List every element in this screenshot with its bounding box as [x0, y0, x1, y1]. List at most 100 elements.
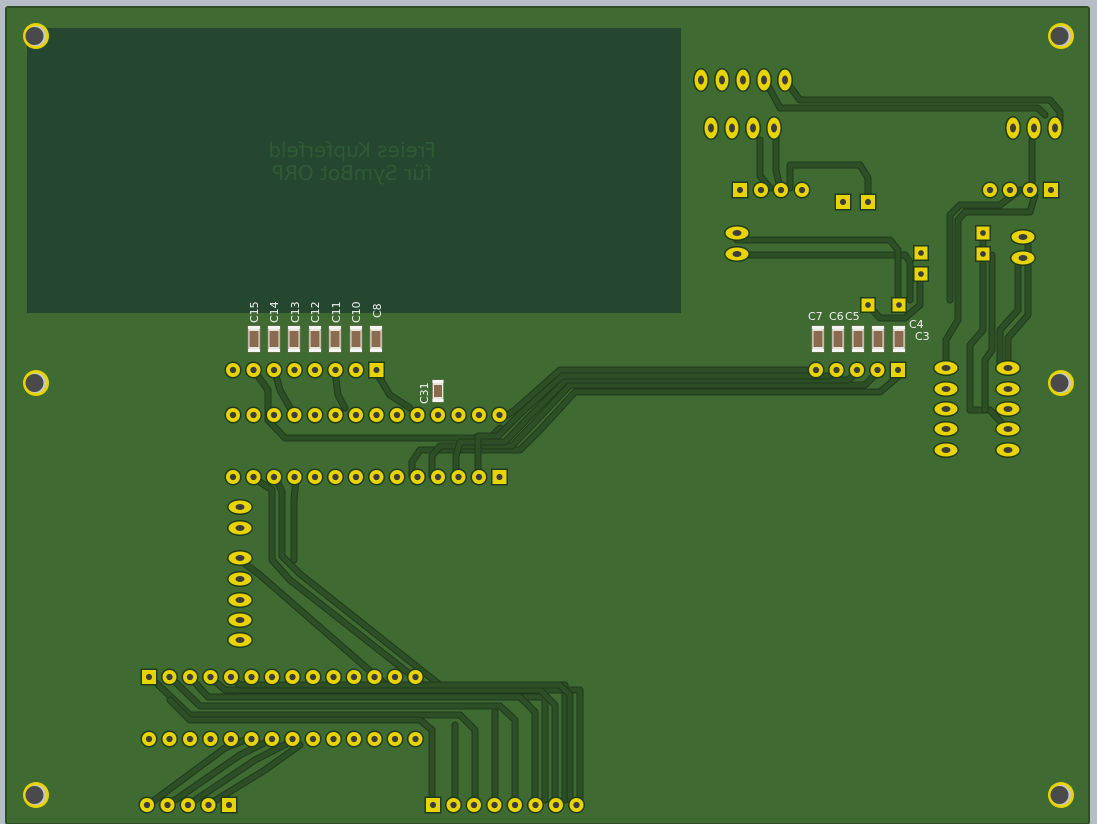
oval-pad — [933, 421, 959, 437]
through-hole-pad — [568, 796, 585, 814]
smd-capacitor — [349, 325, 363, 353]
mounting-hole — [1048, 23, 1074, 49]
through-hole-pad — [407, 730, 424, 748]
oval-pad — [777, 68, 793, 92]
oval-pad — [693, 68, 709, 92]
through-hole-pad — [793, 181, 811, 199]
through-hole-pad — [327, 361, 344, 379]
pin1-square-pad — [913, 266, 929, 282]
label-c13: C13 — [289, 301, 302, 323]
pin1-square-pad — [859, 193, 877, 211]
oval-pad — [227, 571, 253, 587]
zone-label: Freies Kupferfeld für SymBot ORP — [268, 138, 435, 185]
through-hole-pad — [388, 468, 406, 486]
mounting-hole — [1048, 370, 1074, 396]
label-c5: C5 — [845, 310, 860, 323]
through-hole-pad — [222, 668, 240, 686]
through-hole-pad — [306, 406, 324, 424]
through-hole-pad — [450, 406, 467, 424]
smd-capacitor — [369, 325, 383, 353]
oval-pad — [227, 499, 253, 515]
pin1-square-pad — [491, 468, 508, 486]
oval-pad — [995, 401, 1021, 417]
pcb-3d-viewport[interactable]: Freies Kupferfeld für SymBot ORP C15 C14… — [0, 0, 1097, 824]
oval-pad — [724, 116, 740, 140]
through-hole-pad — [327, 468, 344, 486]
pin1-square-pad — [140, 668, 158, 686]
oval-pad — [724, 225, 750, 241]
through-hole-pad — [386, 730, 404, 748]
label-c31: C31 — [418, 382, 431, 404]
smd-capacitor — [308, 325, 322, 353]
oval-pad — [745, 116, 761, 140]
oval-pad — [933, 360, 959, 376]
oval-pad — [933, 401, 959, 417]
through-hole-pad — [345, 668, 363, 686]
smd-capacitor — [247, 325, 261, 353]
through-hole-pad — [1001, 181, 1019, 199]
oval-pad — [995, 360, 1021, 376]
oval-pad — [1005, 116, 1021, 140]
smd-capacitor — [851, 325, 865, 353]
pin1-square-pad — [975, 225, 991, 241]
pin1-square-pad — [889, 361, 907, 379]
through-hole-pad — [306, 468, 324, 486]
through-hole-pad — [243, 730, 260, 748]
pin1-square-pad — [731, 181, 749, 199]
mounting-hole — [23, 370, 49, 396]
through-hole-pad — [245, 468, 262, 486]
oval-pad — [703, 116, 719, 140]
smd-capacitor — [892, 325, 906, 353]
through-hole-pad — [807, 361, 825, 379]
through-hole-pad — [181, 730, 199, 748]
smd-capacitor — [811, 325, 825, 353]
through-hole-pad — [470, 406, 488, 424]
through-hole-pad — [181, 668, 199, 686]
through-hole-pad — [224, 468, 242, 486]
oval-pad — [1010, 250, 1036, 266]
oval-pad — [227, 520, 253, 536]
through-hole-pad — [470, 468, 488, 486]
mounting-hole — [23, 23, 49, 49]
through-hole-pad — [265, 406, 283, 424]
through-hole-pad — [368, 406, 385, 424]
pin1-square-pad — [424, 796, 442, 814]
mounting-hole — [1048, 782, 1074, 808]
through-hole-pad — [304, 668, 322, 686]
label-c7: C7 — [808, 310, 823, 323]
through-hole-pad — [179, 796, 197, 814]
trace — [291, 475, 299, 563]
through-hole-pad — [140, 730, 158, 748]
through-hole-pad — [286, 468, 303, 486]
through-hole-pad — [222, 730, 240, 748]
oval-pad — [714, 68, 730, 92]
through-hole-pad — [347, 361, 365, 379]
through-hole-pad — [527, 796, 544, 814]
oval-pad — [227, 632, 253, 648]
label-c15: C15 — [248, 301, 261, 323]
label-c12: C12 — [309, 301, 322, 323]
smd-capacitor — [831, 325, 845, 353]
through-hole-pad — [265, 361, 283, 379]
label-c6: C6 — [829, 310, 844, 323]
through-hole-pad — [409, 406, 426, 424]
oval-pad — [724, 246, 750, 262]
through-hole-pad — [284, 730, 301, 748]
through-hole-pad — [828, 361, 845, 379]
through-hole-pad — [772, 181, 790, 199]
through-hole-pad — [202, 668, 219, 686]
oval-pad — [756, 68, 772, 92]
oval-pad — [995, 381, 1021, 397]
through-hole-pad — [407, 668, 424, 686]
through-hole-pad — [869, 361, 886, 379]
label-c11: C11 — [330, 301, 343, 323]
through-hole-pad — [366, 668, 383, 686]
through-hole-pad — [386, 668, 404, 686]
pin1-square-pad — [220, 796, 238, 814]
label-c10: C10 — [350, 301, 363, 323]
through-hole-pad — [224, 361, 242, 379]
through-hole-pad — [547, 796, 565, 814]
through-hole-pad — [263, 668, 281, 686]
oval-pad — [227, 592, 253, 608]
through-hole-pad — [491, 406, 508, 424]
